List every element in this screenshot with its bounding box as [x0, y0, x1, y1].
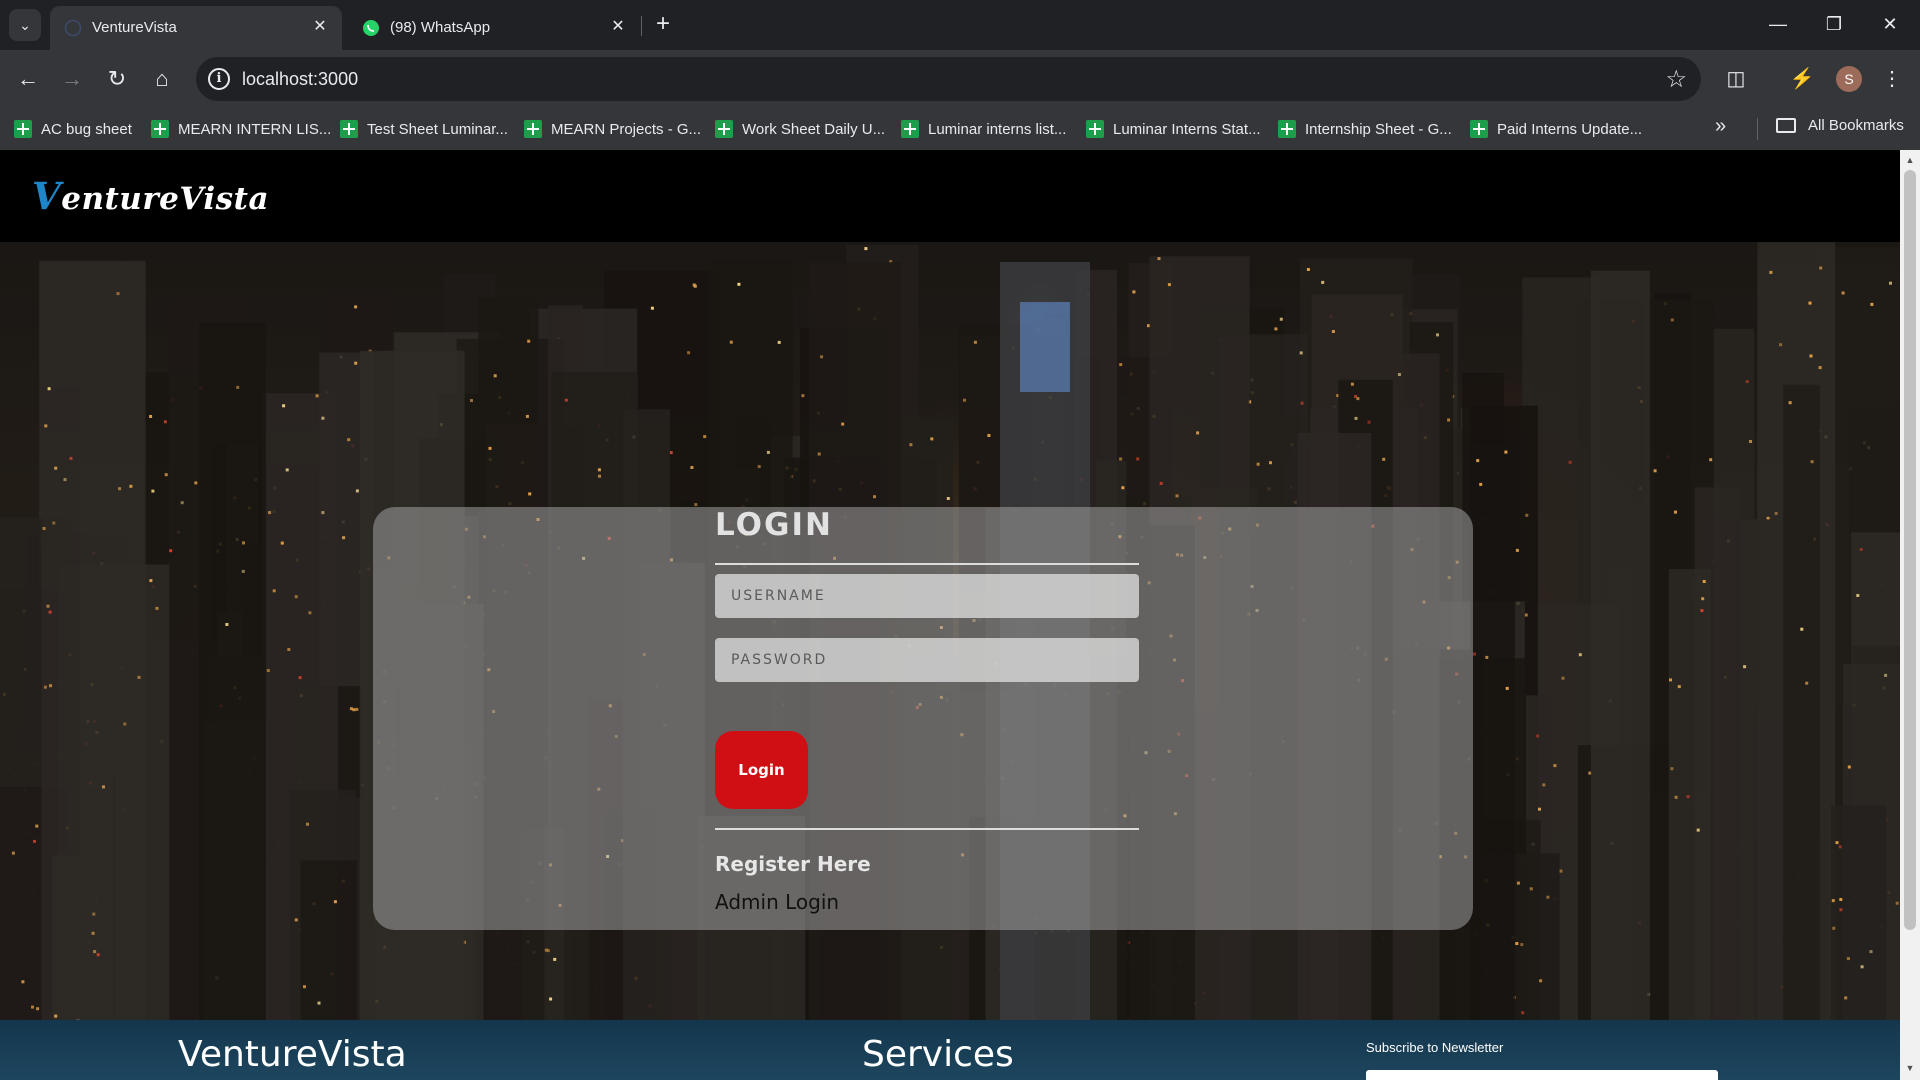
bookmark-label: Luminar interns list...	[928, 120, 1067, 138]
close-icon: ✕	[1882, 14, 1898, 34]
more-bookmarks-icon[interactable]: »	[1715, 115, 1726, 138]
sheets-icon	[14, 120, 32, 138]
site-footer: VentureVista Services Subscribe to Newsl…	[0, 1020, 1900, 1080]
chevron-down-icon: ⌄	[19, 16, 31, 33]
sheets-icon	[340, 120, 358, 138]
sheets-icon	[1278, 120, 1296, 138]
home-icon: ⌂	[155, 66, 169, 91]
site-logo[interactable]: VentureVista	[32, 174, 269, 218]
hero-city-background: LOGIN Login Register Here Admin Login	[0, 242, 1900, 1020]
plus-icon: +	[655, 10, 670, 37]
close-window-button[interactable]: ✕	[1870, 8, 1910, 40]
bookmark-item[interactable]: Luminar interns list...	[901, 117, 1066, 141]
tab-whatsapp[interactable]: (98) WhatsApp ✕	[348, 6, 640, 50]
scroll-down-icon[interactable]: ▼	[1904, 1062, 1916, 1074]
arrow-right-icon: →	[61, 66, 83, 91]
site-header: VentureVista	[0, 150, 1900, 242]
bookmark-star-icon[interactable]: ☆	[1665, 65, 1687, 94]
tab-title: (98) WhatsApp	[390, 19, 491, 36]
restore-button[interactable]: ❐	[1814, 8, 1854, 40]
address-bar[interactable]: i localhost:3000 ☆	[196, 57, 1701, 101]
sheets-icon	[1086, 120, 1104, 138]
scrollbar-thumb[interactable]	[1904, 170, 1916, 930]
username-input[interactable]	[715, 574, 1139, 618]
url-text: localhost:3000	[242, 69, 359, 89]
tab-title: VentureVista	[92, 19, 177, 36]
bookmark-label: AC bug sheet	[41, 120, 132, 138]
bookmark-label: Work Sheet Daily U...	[742, 120, 886, 138]
browser-tab-bar: ⌄ VentureVista ✕ (98) WhatsApp ✕ + — ❐ ✕	[0, 0, 1920, 50]
bookmark-label: Test Sheet Luminar...	[367, 120, 508, 138]
forward-button[interactable]: →	[56, 63, 88, 95]
extensions-icon[interactable]: ◫	[1720, 63, 1752, 95]
minimize-button[interactable]: —	[1758, 8, 1798, 40]
logo-text: entureVista	[61, 181, 270, 217]
bookmark-label: MEARN Projects - G...	[551, 120, 702, 138]
title-divider	[715, 563, 1139, 565]
bookmark-label: MEARN INTERN LIS...	[178, 120, 332, 138]
bookmarks-bar: AC bug sheet MEARN INTERN LIS... Test Sh…	[0, 108, 1920, 150]
reload-button[interactable]: ↻	[101, 63, 133, 95]
sheets-icon	[901, 120, 919, 138]
form-divider	[715, 828, 1139, 830]
logo-initial: V	[32, 174, 62, 218]
bookmark-label: Internship Sheet - G...	[1305, 120, 1452, 138]
bookmark-item[interactable]: AC bug sheet	[14, 117, 132, 141]
bookmark-item[interactable]: Internship Sheet - G...	[1278, 117, 1452, 141]
bookmark-item[interactable]: MEARN Projects - G...	[524, 117, 701, 141]
newsletter-email-field[interactable]	[1366, 1070, 1718, 1080]
newsletter-label: Subscribe to Newsletter	[1366, 1040, 1504, 1055]
bookmark-divider	[1757, 118, 1758, 140]
bookmark-item[interactable]: Work Sheet Daily U...	[715, 117, 885, 141]
arrow-left-icon: ←	[17, 66, 39, 91]
restore-icon: ❐	[1825, 14, 1843, 34]
tab-divider	[641, 16, 642, 36]
browser-toolbar: ← → ↻ ⌂ i localhost:3000 ☆ ◫ ⚡ ⋮	[0, 50, 1920, 108]
bookmark-item[interactable]: Test Sheet Luminar...	[340, 117, 508, 141]
login-button[interactable]: Login	[715, 731, 808, 809]
performance-icon[interactable]: ⚡	[1786, 63, 1818, 95]
back-button[interactable]: ←	[12, 63, 44, 95]
bookmark-item[interactable]: Luminar Interns Stat...	[1086, 117, 1261, 141]
home-button[interactable]: ⌂	[146, 63, 178, 95]
login-title: LOGIN	[715, 507, 833, 543]
sheets-icon	[524, 120, 542, 138]
reload-icon: ↻	[107, 66, 127, 91]
menu-icon[interactable]: ⋮	[1876, 63, 1908, 95]
site-info-icon[interactable]: i	[208, 68, 230, 90]
close-icon[interactable]: ✕	[608, 17, 628, 37]
profile-avatar[interactable]: S	[1836, 66, 1862, 92]
footer-brand: VentureVista	[178, 1034, 407, 1075]
admin-login-link[interactable]: Admin Login	[715, 890, 839, 914]
tab-search-button[interactable]: ⌄	[9, 9, 41, 41]
tab-venturevista[interactable]: VentureVista ✕	[50, 6, 342, 50]
page-viewport: VentureVista LOGIN Login Register Here A…	[0, 150, 1900, 1080]
bookmark-label: Luminar Interns Stat...	[1113, 120, 1261, 138]
bookmark-label: Paid Interns Update...	[1497, 120, 1643, 138]
folder-icon	[1776, 118, 1796, 133]
bookmark-item[interactable]: MEARN INTERN LIS...	[151, 117, 331, 141]
login-card: LOGIN Login Register Here Admin Login	[373, 507, 1473, 930]
all-bookmarks-button[interactable]: All Bookmarks	[1776, 117, 1904, 134]
sheets-icon	[715, 120, 733, 138]
all-bookmarks-label: All Bookmarks	[1808, 117, 1904, 134]
register-link[interactable]: Register Here	[715, 852, 871, 876]
sheets-icon	[151, 120, 169, 138]
password-input[interactable]	[715, 638, 1139, 682]
sheets-icon	[1470, 120, 1488, 138]
bookmark-item[interactable]: Paid Interns Update...	[1470, 117, 1642, 141]
new-tab-button[interactable]: +	[648, 10, 678, 40]
footer-services-heading: Services	[862, 1034, 1014, 1075]
globe-icon	[64, 19, 82, 37]
minimize-icon: —	[1769, 14, 1787, 34]
close-icon[interactable]: ✕	[310, 17, 330, 37]
scroll-up-icon[interactable]: ▲	[1904, 154, 1916, 166]
whatsapp-icon	[363, 20, 379, 36]
